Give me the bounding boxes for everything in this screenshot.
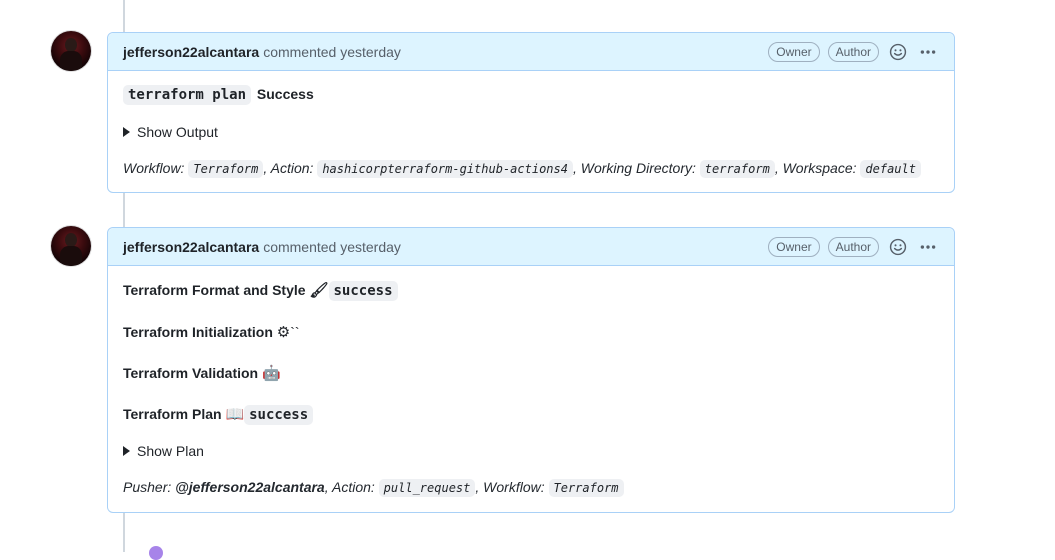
working-directory-value: terraform (699, 160, 775, 178)
kebab-horizontal-icon[interactable] (917, 236, 939, 258)
robot-icon: 🤖 (262, 364, 281, 382)
working-directory-label: , Working Directory: (572, 160, 696, 176)
show-output-details[interactable]: Show Output (123, 124, 218, 140)
workspace-label: , Workspace: (774, 160, 857, 176)
comment-timestamp[interactable]: commented yesterday (263, 239, 401, 255)
avatar-head (65, 38, 77, 52)
workflow-value: Terraform (188, 160, 264, 178)
smiley-icon[interactable] (887, 236, 909, 258)
comment-footer: Workflow: Terraform, Action: hashicorpte… (123, 160, 921, 178)
avatar[interactable] (51, 31, 91, 71)
workflow-label: , Workflow: (475, 479, 545, 495)
format-style-line: Terraform Format and Style 🖌 success (123, 281, 398, 301)
pusher-mention[interactable]: @jefferson22alcantara (175, 479, 325, 495)
plan-command-code: terraform plan (123, 85, 252, 105)
disclosure-triangle-icon (123, 446, 130, 456)
kebab-horizontal-icon[interactable] (917, 41, 939, 63)
show-plan-details[interactable]: Show Plan (123, 443, 204, 459)
comment-1: jefferson22alcantara commented yesterday… (107, 32, 955, 193)
avatar-head (65, 233, 77, 247)
plan-label: Terraform Plan (123, 406, 222, 422)
action-value: pull_request (378, 479, 476, 497)
smiley-icon[interactable] (887, 41, 909, 63)
paintbrush-icon: 🖌 (309, 281, 329, 299)
initialization-trail: `` (290, 324, 300, 340)
comment-header: jefferson22alcantara commented yesterday… (108, 228, 954, 266)
avatar-body (60, 51, 82, 71)
workflow-label: Workflow: (123, 160, 185, 176)
format-status-code: success (328, 281, 398, 301)
comment-header: jefferson22alcantara commented yesterday… (108, 33, 954, 71)
timeline-event-icon (149, 546, 163, 560)
initialization-label: Terraform Initialization (123, 324, 273, 340)
comment-author[interactable]: jefferson22alcantara (123, 239, 259, 255)
disclosure-triangle-icon (123, 127, 130, 137)
open-book-icon: 📖 (225, 405, 245, 423)
plan-status-code: success (244, 405, 314, 425)
validation-label: Terraform Validation (123, 365, 259, 381)
avatar-body (60, 246, 82, 266)
workspace-value: default (860, 160, 921, 178)
action-value: hashicorpterraform-github-actions4 (317, 160, 573, 178)
plan-status-text: Success (256, 86, 314, 102)
gear-icon: ⚙ (276, 323, 291, 341)
comment-header-actions: Owner Author (768, 41, 939, 63)
initialization-line: Terraform Initialization ⚙`` (123, 323, 300, 341)
comment-author[interactable]: jefferson22alcantara (123, 44, 259, 60)
comment-header-actions: Owner Author (768, 236, 939, 258)
validation-line: Terraform Validation 🤖 (123, 364, 281, 382)
comment-footer: Pusher: @jefferson22alcantara, Action: p… (123, 479, 624, 497)
action-label: , Action: (324, 479, 375, 495)
action-label: , Action: (263, 160, 314, 176)
format-style-label: Terraform Format and Style (123, 282, 306, 298)
details-summary[interactable]: Show Output (123, 124, 218, 140)
pusher-label: Pusher: (123, 479, 172, 495)
owner-badge: Owner (768, 41, 820, 62)
author-badge: Author (827, 236, 879, 257)
plan-result-line: terraform plan Success (123, 85, 314, 105)
plan-line: Terraform Plan 📖 success (123, 405, 314, 425)
workflow-value: Terraform (548, 479, 624, 497)
owner-badge: Owner (768, 236, 820, 257)
author-badge: Author (827, 41, 879, 62)
comment-timestamp[interactable]: commented yesterday (263, 44, 401, 60)
avatar[interactable] (51, 226, 91, 266)
comment-2: jefferson22alcantara commented yesterday… (107, 227, 955, 513)
details-summary[interactable]: Show Plan (123, 443, 204, 459)
details-summary-label: Show Output (137, 124, 218, 140)
details-summary-label: Show Plan (137, 443, 204, 459)
